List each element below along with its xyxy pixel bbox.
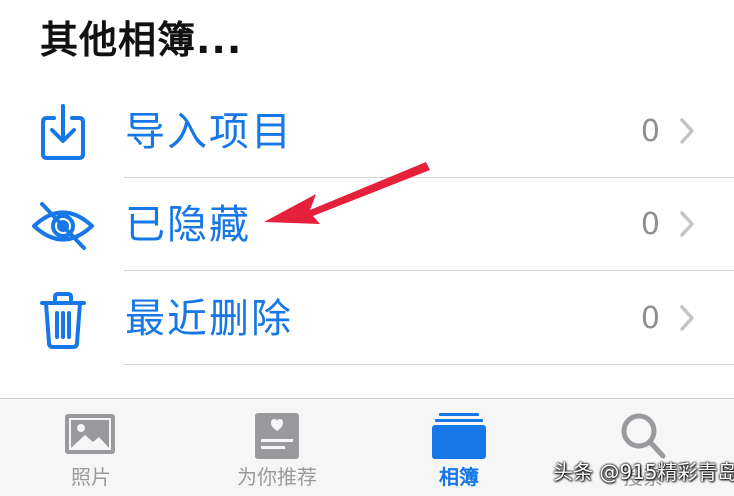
row-label-hidden: 已隐藏 <box>125 202 251 248</box>
row-count-recently-deleted: 0 <box>640 301 660 336</box>
row-count-hidden: 0 <box>640 207 660 242</box>
trash-icon <box>30 287 96 353</box>
for-you-icon <box>247 411 307 461</box>
tab-for-you[interactable]: 为你推荐 <box>202 399 352 496</box>
row-label-recently-deleted: 最近删除 <box>125 296 293 342</box>
row-recently-deleted[interactable]: 最近删除 0 <box>0 273 734 365</box>
albums-icon <box>429 411 489 461</box>
import-icon <box>30 100 96 166</box>
watermark: 头条 @915精彩青岛 <box>553 460 734 484</box>
tab-label-for-you: 为你推荐 <box>237 465 317 489</box>
chevron-right-icon <box>678 303 696 333</box>
tab-albums[interactable]: 相簿 <box>384 399 534 496</box>
tab-label-albums: 相簿 <box>439 465 479 489</box>
chevron-right-icon <box>678 209 696 239</box>
search-icon <box>613 411 673 461</box>
row-divider <box>124 177 734 178</box>
tab-label-photos: 照片 <box>71 465 111 489</box>
photo-icon <box>61 411 121 461</box>
row-label-imports: 导入项目 <box>125 109 293 155</box>
eye-slash-icon <box>30 193 96 259</box>
row-divider <box>124 364 734 365</box>
section-title: 其他相簿... <box>40 18 243 62</box>
chevron-right-icon <box>678 116 696 146</box>
row-hidden[interactable]: 已隐藏 0 <box>0 179 734 271</box>
row-count-imports: 0 <box>640 114 660 149</box>
tab-photos[interactable]: 照片 <box>16 399 166 496</box>
row-imports[interactable]: 导入项目 0 <box>0 86 734 178</box>
row-divider <box>124 270 734 271</box>
